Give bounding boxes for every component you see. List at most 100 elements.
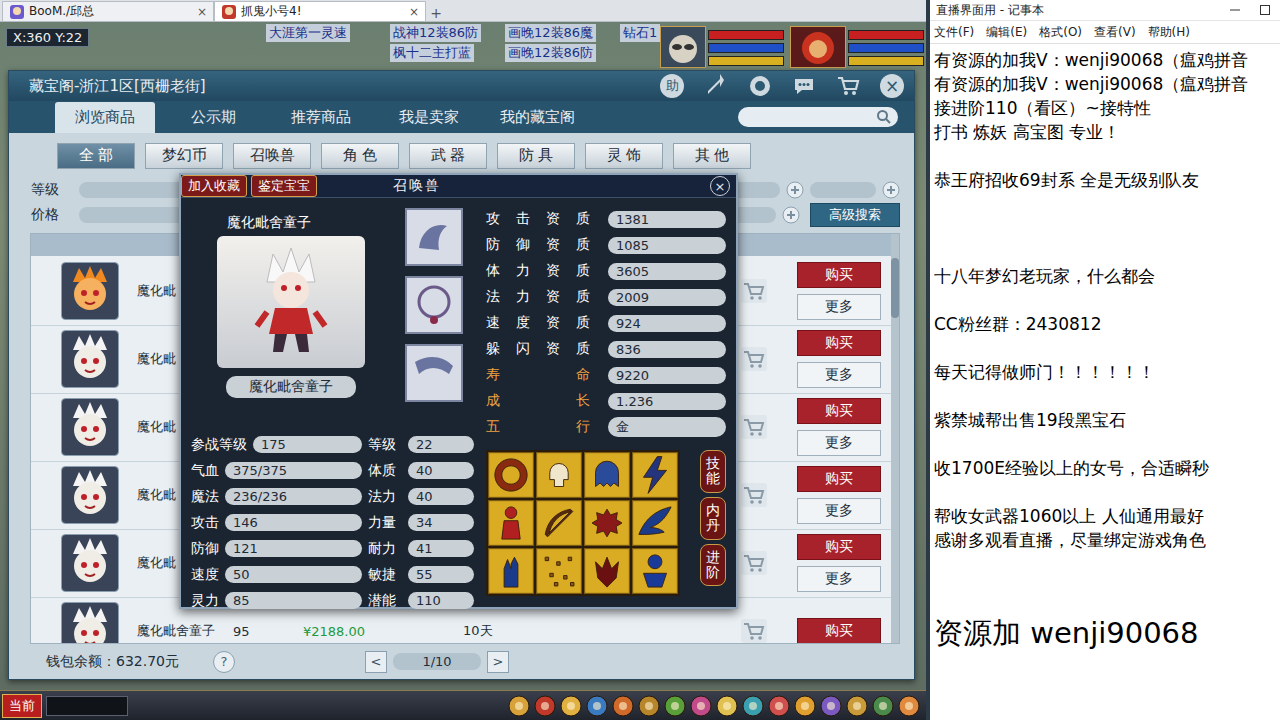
- more-button[interactable]: 更多: [797, 498, 881, 524]
- window-title-bar[interactable]: 藏宝阁-浙江1区[西栅老街]助×: [9, 71, 914, 101]
- close-button[interactable]: ×: [880, 74, 904, 98]
- menu-icon[interactable]: [612, 695, 634, 717]
- cart-icon[interactable]: [741, 279, 767, 303]
- search-field[interactable]: [738, 107, 898, 127]
- menu-icon[interactable]: [690, 695, 712, 717]
- category-button[interactable]: 全 部: [57, 143, 135, 169]
- plus-icon[interactable]: [786, 181, 804, 199]
- menu-item[interactable]: 格式(O): [1039, 24, 1082, 41]
- category-button[interactable]: 其 他: [673, 143, 751, 169]
- menu-icon[interactable]: [534, 695, 556, 717]
- skill-icon[interactable]: [536, 500, 582, 546]
- side-tab[interactable]: 技能: [700, 450, 726, 493]
- menu-item[interactable]: 文件(F): [934, 24, 974, 41]
- more-button[interactable]: 更多: [797, 430, 881, 456]
- close-button[interactable]: ×: [710, 176, 730, 196]
- plus-icon[interactable]: [882, 181, 900, 199]
- category-button[interactable]: 武 器: [409, 143, 487, 169]
- skill-icon[interactable]: [584, 452, 630, 498]
- tab[interactable]: 推荐商品: [271, 102, 371, 133]
- advanced-search-button[interactable]: 高级搜索: [810, 203, 900, 227]
- close-tab-button[interactable]: ×: [409, 5, 419, 19]
- buy-button[interactable]: 购买: [797, 262, 881, 288]
- category-button[interactable]: 召唤兽: [233, 143, 311, 169]
- prev-page-button[interactable]: <: [365, 651, 387, 673]
- more-button[interactable]: 更多: [797, 294, 881, 320]
- cart-icon[interactable]: [741, 347, 767, 371]
- more-button[interactable]: 更多: [797, 362, 881, 388]
- cart-icon[interactable]: [741, 483, 767, 507]
- chat-channel-button[interactable]: 当前: [2, 694, 42, 718]
- skill-icon[interactable]: [584, 548, 630, 594]
- buy-button[interactable]: 购买: [797, 618, 881, 643]
- menu-icon[interactable]: [794, 695, 816, 717]
- category-button[interactable]: 梦幻币: [145, 143, 223, 169]
- category-button[interactable]: 角 色: [321, 143, 399, 169]
- player-name[interactable]: 画晚12装86防: [505, 44, 596, 62]
- cart-icon[interactable]: [741, 551, 767, 575]
- new-tab-button[interactable]: +: [426, 5, 446, 21]
- menu-icon[interactable]: [768, 695, 790, 717]
- scrollbar[interactable]: [891, 234, 899, 643]
- range-field[interactable]: [810, 182, 876, 198]
- player-name[interactable]: 画晚12装86魔: [505, 24, 596, 42]
- maximize-icon[interactable]: [1250, 1, 1280, 19]
- next-page-button[interactable]: >: [487, 651, 509, 673]
- side-tab[interactable]: 进阶: [700, 544, 726, 587]
- appraise-button[interactable]: 鉴定宝宝: [251, 175, 317, 197]
- category-button[interactable]: 灵 饰: [585, 143, 663, 169]
- menu-icon[interactable]: [820, 695, 842, 717]
- helmet-equip-icon[interactable]: [405, 208, 463, 266]
- menu-icon[interactable]: [508, 695, 530, 717]
- menu-icon[interactable]: [898, 695, 920, 717]
- armor-equip-icon[interactable]: [405, 344, 463, 402]
- cart-icon[interactable]: [741, 415, 767, 439]
- skill-icon[interactable]: [488, 452, 534, 498]
- menu-item[interactable]: 查看(V): [1094, 24, 1136, 41]
- share-icon[interactable]: [704, 74, 728, 98]
- menu-icon[interactable]: [638, 695, 660, 717]
- menu-icon[interactable]: [664, 695, 686, 717]
- plus-icon[interactable]: [782, 206, 800, 224]
- tab[interactable]: 浏览商品: [55, 102, 155, 133]
- player-name[interactable]: 战神12装86防: [390, 24, 481, 42]
- cart-icon[interactable]: [741, 619, 767, 643]
- party-member[interactable]: [660, 26, 784, 68]
- skill-icon[interactable]: [632, 500, 678, 546]
- help-button[interactable]: 助: [660, 74, 684, 98]
- help-button[interactable]: ?: [213, 651, 235, 673]
- menu-icon[interactable]: [586, 695, 608, 717]
- skill-icon[interactable]: [632, 548, 678, 594]
- buy-button[interactable]: 购买: [797, 534, 881, 560]
- menu-icon[interactable]: [716, 695, 738, 717]
- menu-icon[interactable]: [846, 695, 868, 717]
- chat-icon[interactable]: [792, 74, 816, 98]
- menu-item[interactable]: 编辑(E): [986, 24, 1027, 41]
- player-name[interactable]: 枫十二主打蓝: [390, 44, 474, 62]
- category-button[interactable]: 防 具: [497, 143, 575, 169]
- chat-input[interactable]: [46, 696, 128, 716]
- player-name[interactable]: 钻石1: [620, 24, 660, 42]
- cart-icon[interactable]: [836, 74, 860, 98]
- record-icon[interactable]: [748, 74, 772, 98]
- tab[interactable]: 我的藏宝阁: [487, 102, 587, 133]
- menu-icon[interactable]: [742, 695, 764, 717]
- skill-icon[interactable]: [488, 548, 534, 594]
- menu-icon[interactable]: [872, 695, 894, 717]
- favorite-button[interactable]: 加入收藏: [181, 175, 247, 197]
- skill-icon[interactable]: [536, 452, 582, 498]
- magnifier-icon[interactable]: [876, 109, 892, 125]
- notepad-title-bar[interactable]: 直播界面用 - 记事本: [930, 0, 1280, 21]
- browser-tab[interactable]: 抓鬼小号4!×: [214, 1, 426, 21]
- skill-icon[interactable]: [488, 500, 534, 546]
- player-name[interactable]: 大涯第一灵速: [266, 24, 350, 42]
- minimize-icon[interactable]: [1220, 1, 1250, 19]
- close-tab-button[interactable]: ×: [197, 5, 207, 19]
- browser-tab[interactable]: BooM./邱总×: [2, 1, 214, 21]
- skill-icon[interactable]: [632, 452, 678, 498]
- buy-button[interactable]: 购买: [797, 330, 881, 356]
- necklace-equip-icon[interactable]: [405, 276, 463, 334]
- tab[interactable]: 我是卖家: [379, 102, 479, 133]
- buy-button[interactable]: 购买: [797, 398, 881, 424]
- text-area[interactable]: 有资源的加我V：wenji90068（瘟鸡拼音有资源的加我V：wenji9006…: [930, 44, 1280, 720]
